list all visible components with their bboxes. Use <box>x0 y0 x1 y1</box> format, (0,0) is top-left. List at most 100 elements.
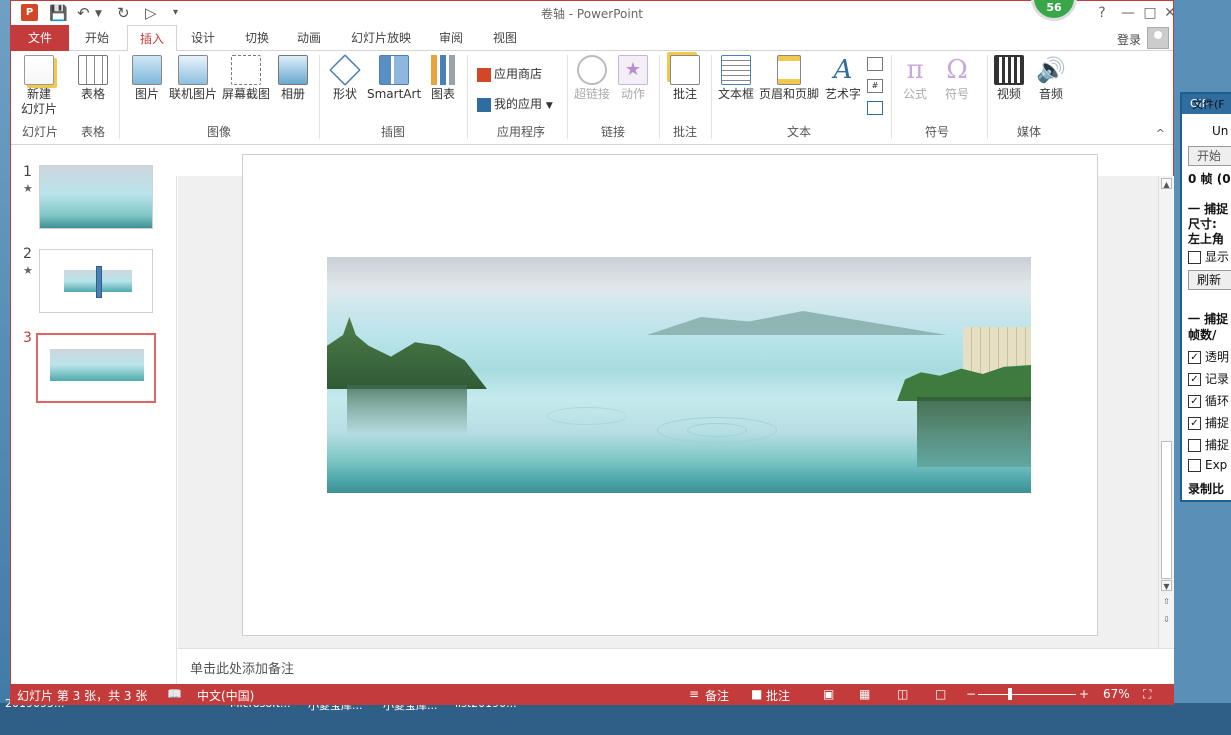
gif-option-5[interactable]: 捕捉 <box>1188 436 1229 453</box>
tab-home[interactable]: 开始 <box>77 25 117 51</box>
gif-option-2[interactable]: ✓ 记录 <box>1188 370 1229 387</box>
scrollbar-thumb[interactable] <box>1161 441 1172 579</box>
ribbon-display-icon[interactable]: ? <box>1089 3 1115 23</box>
online-picture-button[interactable]: 联机图片 <box>167 55 219 102</box>
date-time-icon[interactable] <box>867 57 883 71</box>
slide-sorter-icon[interactable]: ▦ <box>859 687 870 701</box>
gif-undo-button[interactable]: Un <box>1212 124 1228 138</box>
reading-view-icon[interactable]: ◫ <box>897 687 908 701</box>
screenshot-button[interactable]: 屏幕截图 <box>221 55 271 102</box>
app-store-button[interactable]: 应用商店 <box>477 65 542 82</box>
previous-slide-icon[interactable]: ⇧ <box>1161 596 1172 607</box>
checkbox-checked-icon[interactable]: ✓ <box>1188 351 1201 364</box>
tab-animations[interactable]: 动画 <box>289 25 329 51</box>
water-ripple <box>687 423 747 437</box>
fit-to-window-icon[interactable]: ⛶ <box>1143 687 1151 702</box>
table-button[interactable]: 表格 <box>73 55 113 102</box>
action-button[interactable]: ★ 动作 <box>615 55 651 102</box>
gif-option-3[interactable]: ✓ 循环 <box>1188 392 1229 409</box>
header-footer-button[interactable]: 页眉和页脚 <box>757 55 821 102</box>
vertical-scrollbar[interactable]: ▲ ▼ ⇧ ⇩ <box>1158 176 1174 648</box>
zoom-out-icon[interactable]: − <box>966 687 976 701</box>
gif-show-option[interactable]: 显示 <box>1188 248 1229 265</box>
slideshow-view-icon[interactable]: □ <box>935 687 946 701</box>
tab-review[interactable]: 审阅 <box>431 25 471 51</box>
slide-number-icon[interactable]: # <box>867 79 883 93</box>
tab-insert[interactable]: 插入 <box>127 25 177 52</box>
proofing-icon[interactable]: 📖 <box>167 687 182 701</box>
shapes-button[interactable]: 形状 <box>325 54 365 102</box>
gif-option-4[interactable]: ✓ 捕捉 <box>1188 414 1229 431</box>
chart-button[interactable]: 图表 <box>425 55 461 102</box>
gif-menu-file[interactable]: 文件(F <box>1192 96 1225 112</box>
album-icon <box>278 55 308 85</box>
tab-view[interactable]: 视图 <box>485 25 525 51</box>
tab-slideshow[interactable]: 幻灯片放映 <box>345 25 417 51</box>
gif-option-label: 捕捉 <box>1205 416 1230 430</box>
gif-option-6[interactable]: Exp <box>1188 458 1227 472</box>
wordart-button[interactable]: A 艺术字 <box>823 55 863 102</box>
comment-button[interactable]: 批注 <box>667 55 703 102</box>
avatar[interactable] <box>1147 27 1169 49</box>
gif-start-button[interactable]: 开始 <box>1188 146 1231 166</box>
new-slide-button[interactable]: 新建 幻灯片 <box>17 55 61 117</box>
symbol-button[interactable]: Ω 符号 <box>939 55 975 102</box>
collapse-ribbon-icon[interactable]: ^ <box>1156 127 1165 140</box>
comment-icon <box>670 55 700 85</box>
notes-toggle-label[interactable]: 备注 <box>705 687 729 704</box>
comment-label: 批注 <box>672 87 697 101</box>
my-apps-label: 我的应用 <box>494 97 543 111</box>
my-apps-button[interactable]: 我的应用 ▼ <box>477 95 553 112</box>
mountain-silhouette <box>647 311 947 335</box>
notes-pane[interactable]: 单击此处添加备注 <box>178 648 1174 684</box>
checkbox-checked-icon[interactable]: ✓ <box>1188 395 1201 408</box>
zoom-in-icon[interactable]: + <box>1079 687 1089 701</box>
tab-file[interactable]: 文件 <box>11 25 69 51</box>
picture-button[interactable]: 图片 <box>127 55 167 102</box>
album-button[interactable]: 相册 <box>273 55 313 102</box>
tab-design[interactable]: 设计 <box>183 25 223 51</box>
star-icon: ★ <box>618 55 648 85</box>
header-footer-label: 页眉和页脚 <box>758 87 819 101</box>
group-label-tables: 表格 <box>80 125 105 139</box>
tree-line <box>897 365 1031 401</box>
close-icon[interactable]: ✕ <box>1157 3 1183 23</box>
scroll-up-icon[interactable]: ▲ <box>1161 178 1172 189</box>
slide-thumbnail-2[interactable] <box>39 249 153 313</box>
hyperlink-button[interactable]: 超链接 <box>571 55 613 102</box>
object-icon[interactable] <box>867 101 883 115</box>
zoom-slider-knob[interactable] <box>1008 688 1012 700</box>
tab-transitions[interactable]: 切换 <box>237 25 277 51</box>
cloud-band <box>327 257 1031 303</box>
textbox-button[interactable]: 文本框 <box>715 55 757 102</box>
gif-option-1[interactable]: ✓ 透明 <box>1188 348 1229 365</box>
gif-capture-section-2: 一 捕捉 <box>1188 312 1229 326</box>
video-button[interactable]: 视频 <box>991 55 1027 102</box>
equation-button[interactable]: π 公式 <box>897 55 933 102</box>
normal-view-icon[interactable]: ▣ <box>823 687 834 701</box>
group-label-symbols: 符号 <box>924 125 949 139</box>
login-link[interactable]: 登录 <box>1117 31 1141 48</box>
gif-refresh-button[interactable]: 刷新 <box>1188 270 1231 290</box>
slide-thumbnail-3[interactable] <box>36 333 156 403</box>
checkbox-unchecked-icon[interactable] <box>1188 251 1201 264</box>
slide-thumbnail-1[interactable] <box>39 165 153 229</box>
next-slide-icon[interactable]: ⇩ <box>1161 614 1172 625</box>
comments-toggle-label[interactable]: 批注 <box>766 687 790 704</box>
smartart-button[interactable]: SmartArt <box>367 55 421 102</box>
checkbox-unchecked-icon[interactable] <box>1188 459 1201 472</box>
scroll-down-icon[interactable]: ▼ <box>1161 580 1172 591</box>
checkbox-checked-icon[interactable]: ✓ <box>1188 373 1201 386</box>
slide-canvas[interactable] <box>242 154 1098 636</box>
zoom-level[interactable]: 67% <box>1103 687 1130 701</box>
audio-button[interactable]: 🔊 音频 <box>1033 55 1069 102</box>
checkbox-checked-icon[interactable]: ✓ <box>1188 417 1201 430</box>
zoom-slider[interactable] <box>978 694 1076 695</box>
lake-panorama-image[interactable] <box>327 257 1031 493</box>
notes-icon[interactable]: ≡ <box>689 687 699 701</box>
comments-icon[interactable]: ■ <box>751 687 762 701</box>
gif-option-label: 记录 <box>1205 372 1230 386</box>
language-text[interactable]: 中文(中国) <box>197 687 254 704</box>
checkbox-unchecked-icon[interactable] <box>1188 439 1201 452</box>
gif-option-label: 透明 <box>1205 350 1230 364</box>
